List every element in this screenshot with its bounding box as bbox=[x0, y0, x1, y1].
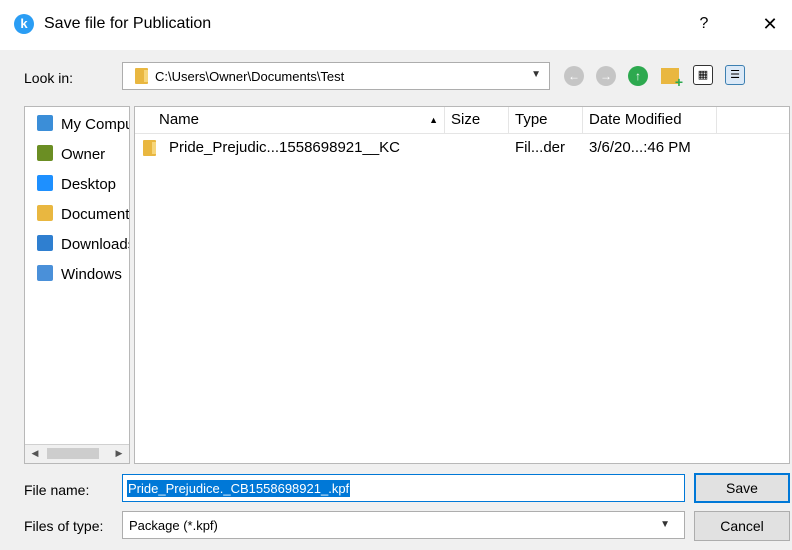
documents-icon bbox=[37, 205, 53, 221]
title-bar: k Save file for Publication ? ✕ bbox=[0, 0, 792, 50]
sidebar-item-owner[interactable]: Owner bbox=[37, 145, 105, 167]
column-header-date[interactable]: Date Modified bbox=[583, 107, 717, 133]
column-label: Date Modified bbox=[589, 111, 682, 128]
file-name-value: Pride_Prejudice._CB1558698921_.kpf bbox=[127, 480, 351, 497]
computer-icon bbox=[37, 115, 53, 131]
sidebar-item-label: Downloads bbox=[61, 236, 130, 253]
column-header-type[interactable]: Type bbox=[509, 107, 583, 133]
horizontal-scrollbar[interactable]: ◀ ▶ bbox=[25, 444, 129, 463]
cancel-button[interactable]: Cancel bbox=[694, 511, 790, 541]
sidebar-item-documents[interactable]: Documents bbox=[37, 205, 130, 227]
desktop-icon bbox=[37, 175, 53, 191]
file-name-label: File name: bbox=[24, 482, 90, 498]
sidebar-item-label: My Computer bbox=[61, 116, 129, 133]
downloads-icon bbox=[37, 235, 53, 251]
sidebar: My Computer Owner Desktop Documents Down… bbox=[24, 106, 130, 464]
chevron-down-icon[interactable]: ▼ bbox=[660, 519, 670, 530]
sidebar-item-windows[interactable]: Windows bbox=[37, 265, 122, 287]
list-view-button[interactable]: ▦ bbox=[692, 64, 716, 88]
file-list: Name ▲ Size Type Date Modified Pride_Pre… bbox=[134, 106, 790, 464]
table-row[interactable]: Pride_Prejudic...1558698921__KC Fil...de… bbox=[135, 137, 715, 159]
close-button[interactable]: ✕ bbox=[756, 10, 784, 38]
forward-button[interactable]: → bbox=[594, 64, 618, 88]
detail-view-button[interactable]: ☰ bbox=[724, 64, 748, 88]
app-icon: k bbox=[14, 14, 34, 34]
up-arrow-icon: ↑ bbox=[628, 66, 648, 86]
file-name-cell: Pride_Prejudic...1558698921__KC bbox=[169, 139, 400, 156]
file-date-cell: 3/6/20...:46 PM bbox=[589, 139, 691, 156]
chevron-down-icon[interactable]: ▼ bbox=[531, 69, 541, 80]
look-in-combo[interactable]: C:\Users\Owner\Documents\Test ▼ bbox=[122, 62, 550, 90]
column-label: Name bbox=[159, 111, 200, 128]
file-type-select[interactable]: Package (*.kpf) ▼ bbox=[122, 511, 685, 539]
save-button[interactable]: Save bbox=[694, 473, 790, 503]
list-view-icon: ▦ bbox=[693, 65, 713, 85]
up-button[interactable]: ↑ bbox=[626, 64, 650, 88]
column-label: Type bbox=[515, 111, 548, 128]
sidebar-item-desktop[interactable]: Desktop bbox=[37, 175, 116, 197]
file-name-field[interactable]: Pride_Prejudice._CB1558698921_.kpf bbox=[122, 474, 685, 502]
look-in-path: C:\Users\Owner\Documents\Test bbox=[155, 69, 345, 84]
sidebar-item-downloads[interactable]: Downloads bbox=[37, 235, 130, 257]
column-header-size[interactable]: Size bbox=[445, 107, 509, 133]
sidebar-item-label: Documents bbox=[61, 206, 130, 223]
new-folder-icon bbox=[661, 68, 683, 90]
window-title: Save file for Publication bbox=[44, 15, 212, 32]
sidebar-item-label: Windows bbox=[61, 266, 122, 283]
file-type-label: Files of type: bbox=[24, 518, 104, 534]
user-icon bbox=[37, 145, 53, 161]
new-folder-button[interactable] bbox=[658, 64, 683, 90]
sidebar-item-my-computer[interactable]: My Computer bbox=[37, 115, 129, 137]
help-button[interactable]: ? bbox=[690, 10, 718, 38]
column-label: Size bbox=[451, 111, 481, 128]
folder-icon bbox=[143, 140, 156, 156]
look-in-label: Look in: bbox=[24, 70, 74, 86]
drive-icon bbox=[37, 265, 53, 281]
folder-icon bbox=[135, 68, 148, 84]
scroll-right-icon[interactable]: ▶ bbox=[111, 446, 127, 461]
sidebar-item-label: Owner bbox=[61, 146, 106, 163]
column-header-name[interactable]: Name ▲ bbox=[153, 107, 445, 133]
file-type-value: Package (*.kpf) bbox=[129, 518, 218, 533]
scroll-thumb[interactable] bbox=[47, 448, 99, 459]
scroll-left-icon[interactable]: ◀ bbox=[27, 446, 43, 461]
file-type-cell: Fil...der bbox=[515, 139, 566, 156]
sidebar-item-label: Desktop bbox=[61, 176, 117, 193]
sort-ascending-icon: ▲ bbox=[429, 115, 438, 125]
forward-arrow-icon: → bbox=[596, 66, 616, 86]
detail-view-icon: ☰ bbox=[725, 65, 745, 85]
back-button[interactable]: ← bbox=[562, 64, 586, 88]
back-arrow-icon: ← bbox=[564, 66, 584, 86]
